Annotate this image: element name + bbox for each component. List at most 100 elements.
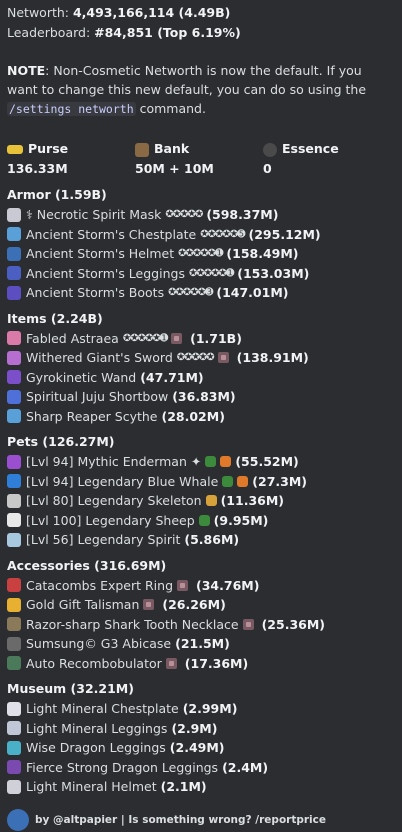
pet-item-icon <box>205 495 217 507</box>
accessories-item-name: Auto Recombobulator <box>26 655 162 671</box>
networth-value: 4,493,166,114 (4.49B) <box>72 5 231 20</box>
museum-item-name: Light Mineral Leggings <box>26 720 168 736</box>
armor-item-name: Ancient Storm's Chestplate <box>26 226 197 242</box>
accessories-item-icon <box>7 617 21 632</box>
armor-item-icon <box>7 266 21 281</box>
items-item-value: (47.71M) <box>140 369 204 385</box>
pets-section: Pets (126.27M) [Lvl 94] Mythic Enderman … <box>7 432 395 550</box>
items-item-icon <box>7 331 21 346</box>
armor-row: Ancient Storm's Boots ✪✪✪✪✪➌ (147.01M) <box>7 283 395 303</box>
armor-item-name: Necrotic Spirit Mask <box>36 207 162 222</box>
items-item-value: (36.83M) <box>172 389 236 404</box>
pets-row: [Lvl 94] Mythic Enderman ✦ (55.52M) <box>7 452 395 472</box>
museum-title: Museum (32.21M) <box>7 681 134 696</box>
museum-row: Light Mineral Chestplate (2.99M) <box>7 699 395 719</box>
armor-item-value: (147.01M) <box>216 285 289 300</box>
pets-item-icon <box>7 513 21 528</box>
items-item-name: Withered Giant's Sword <box>26 350 173 365</box>
pets-item-icon <box>7 493 21 508</box>
accessories-row: Catacombs Expert Ring (34.76M) <box>7 576 395 596</box>
items-item-value: (138.91M) <box>236 350 309 365</box>
armor-item-icon <box>7 285 21 300</box>
star-rating: ✪✪✪✪✪➊ <box>178 248 223 259</box>
museum-item-name: Light Mineral Chestplate <box>26 701 179 716</box>
essence-label: Essence <box>282 141 339 156</box>
items-item-icon <box>7 409 21 424</box>
items-item-icon <box>7 389 21 404</box>
leaderboard-label: Leaderboard: <box>7 25 95 40</box>
accessories-item-value: (26.26M) <box>162 597 226 612</box>
bank-stat: Bank 50M + 10M <box>135 139 263 179</box>
accessories-section: Accessories (316.69M) Catacombs Expert R… <box>7 556 395 674</box>
museum-item-value: (2.49M) <box>169 740 225 755</box>
accessories-item-value: (25.36M) <box>261 616 325 632</box>
pets-row: [Lvl 94] Legendary Blue Whale (27.3M) <box>7 472 395 492</box>
pets-item-name: [Lvl 80] Legendary Skeleton <box>26 493 202 508</box>
accessories-title: Accessories (316.69M) <box>7 557 167 573</box>
pets-item-value: (27.3M) <box>252 473 307 489</box>
accessories-row: Auto Recombobulator (17.36M) <box>7 654 395 674</box>
armor-item-name: Ancient Storm's Helmet <box>26 246 175 261</box>
museum-item-value: (2.1M) <box>160 779 207 794</box>
purse-stat: Purse 136.33M <box>7 139 135 179</box>
museum-item-name: Fierce Strong Dragon Leggings <box>26 759 219 775</box>
accessories-item-name: Sumsung© G3 Abicase <box>26 636 172 651</box>
accessories-item-name: Razor-sharp Shark Tooth Necklace <box>26 616 239 632</box>
items-row: Spiritual Juju Shortbow (36.83M) <box>7 387 395 407</box>
items-title: Items (2.24B) <box>7 310 103 326</box>
pets-item-value: (11.36M) <box>220 493 284 508</box>
accessories-item-name: Catacombs Expert Ring <box>26 577 174 593</box>
accessories-row: Razor-sharp Shark Tooth Necklace (25.36M) <box>7 615 395 635</box>
essence-value: 0 <box>263 161 272 176</box>
stats-row: Purse 136.33M Bank 50M + 10M Essence 0 <box>7 139 395 179</box>
accessories-item-icon <box>7 636 21 651</box>
purse-label: Purse <box>28 141 69 156</box>
networth-label: Networth: <box>7 5 73 20</box>
pets-item-value: (55.52M) <box>235 454 299 469</box>
bank-label: Bank <box>154 141 190 156</box>
armor-item-icon <box>7 227 21 242</box>
note-text: : Non-Cosmetic Networth is now the defau… <box>7 63 367 97</box>
accessories-item-icon <box>7 578 21 593</box>
museum-item-value: (2.4M) <box>222 759 269 775</box>
recomb-icon <box>171 332 183 344</box>
accessories-item-name: Gold Gift Talisman <box>26 597 140 612</box>
pet-item-icon <box>222 475 234 487</box>
armor-item-value: (598.37M) <box>206 207 279 222</box>
items-item-name: Fabled Astraea <box>26 330 119 346</box>
museum-item-icon <box>7 701 21 716</box>
recomb-icon <box>177 579 189 591</box>
accessories-row: Gold Gift Talisman (26.26M) <box>7 595 395 615</box>
pet-item-icon <box>198 514 210 526</box>
purse-value: 136.33M <box>7 161 68 176</box>
museum-item-value: (2.99M) <box>182 701 238 716</box>
accessories-item-icon <box>7 597 21 612</box>
items-section: Items (2.24B) Fabled Astraea ✪✪✪✪✪➊ (1.71B… <box>7 309 395 427</box>
star-rating: ✪✪✪✪✪➌ <box>168 287 213 298</box>
armor-item-name: Ancient Storm's Boots <box>26 285 165 300</box>
star-rating: ✪✪✪✪✪➊ <box>188 267 234 279</box>
items-row: Gyrokinetic Wand (47.71M) <box>7 368 395 388</box>
note-label: NOTE <box>7 63 46 78</box>
star-rating: ✪✪✪✪✪➎ <box>200 228 245 240</box>
armor-row: Ancient Storm's Chestplate ✪✪✪✪✪➎ (295.12M… <box>7 225 395 245</box>
pets-item-name: [Lvl 56] Legendary Spirit <box>26 532 181 547</box>
star-rating: ✪✪✪✪✪➊ <box>122 332 168 344</box>
museum-item-icon <box>7 760 21 775</box>
museum-row: Light Mineral Helmet (2.1M) <box>7 777 395 797</box>
armor-item-value: (158.49M) <box>226 246 299 261</box>
armor-section: Armor (1.59B) ⚕ Necrotic Spirit Mask ✪✪✪✪… <box>7 185 395 303</box>
items-item-value: (1.71B) <box>190 330 242 346</box>
armor-row: Ancient Storm's Leggings ✪✪✪✪✪➊ (153.03M) <box>7 264 395 284</box>
pet-item-icon <box>237 475 249 487</box>
accessories-item-value: (17.36M) <box>184 655 249 671</box>
pets-title: Pets (126.27M) <box>7 434 115 449</box>
items-item-value: (28.02M) <box>161 408 225 424</box>
settings-command[interactable]: /settings networth <box>7 102 136 116</box>
museum-section: Museum (32.21M) Light Mineral Chestplate… <box>7 679 395 797</box>
star-rating: ✪✪✪✪✪ <box>165 209 203 220</box>
museum-row: Light Mineral Leggings (2.9M) <box>7 719 395 739</box>
armor-item-value: (295.12M) <box>248 226 321 242</box>
museum-row: Fierce Strong Dragon Leggings (2.4M) <box>7 758 395 778</box>
recomb-icon <box>165 657 177 669</box>
